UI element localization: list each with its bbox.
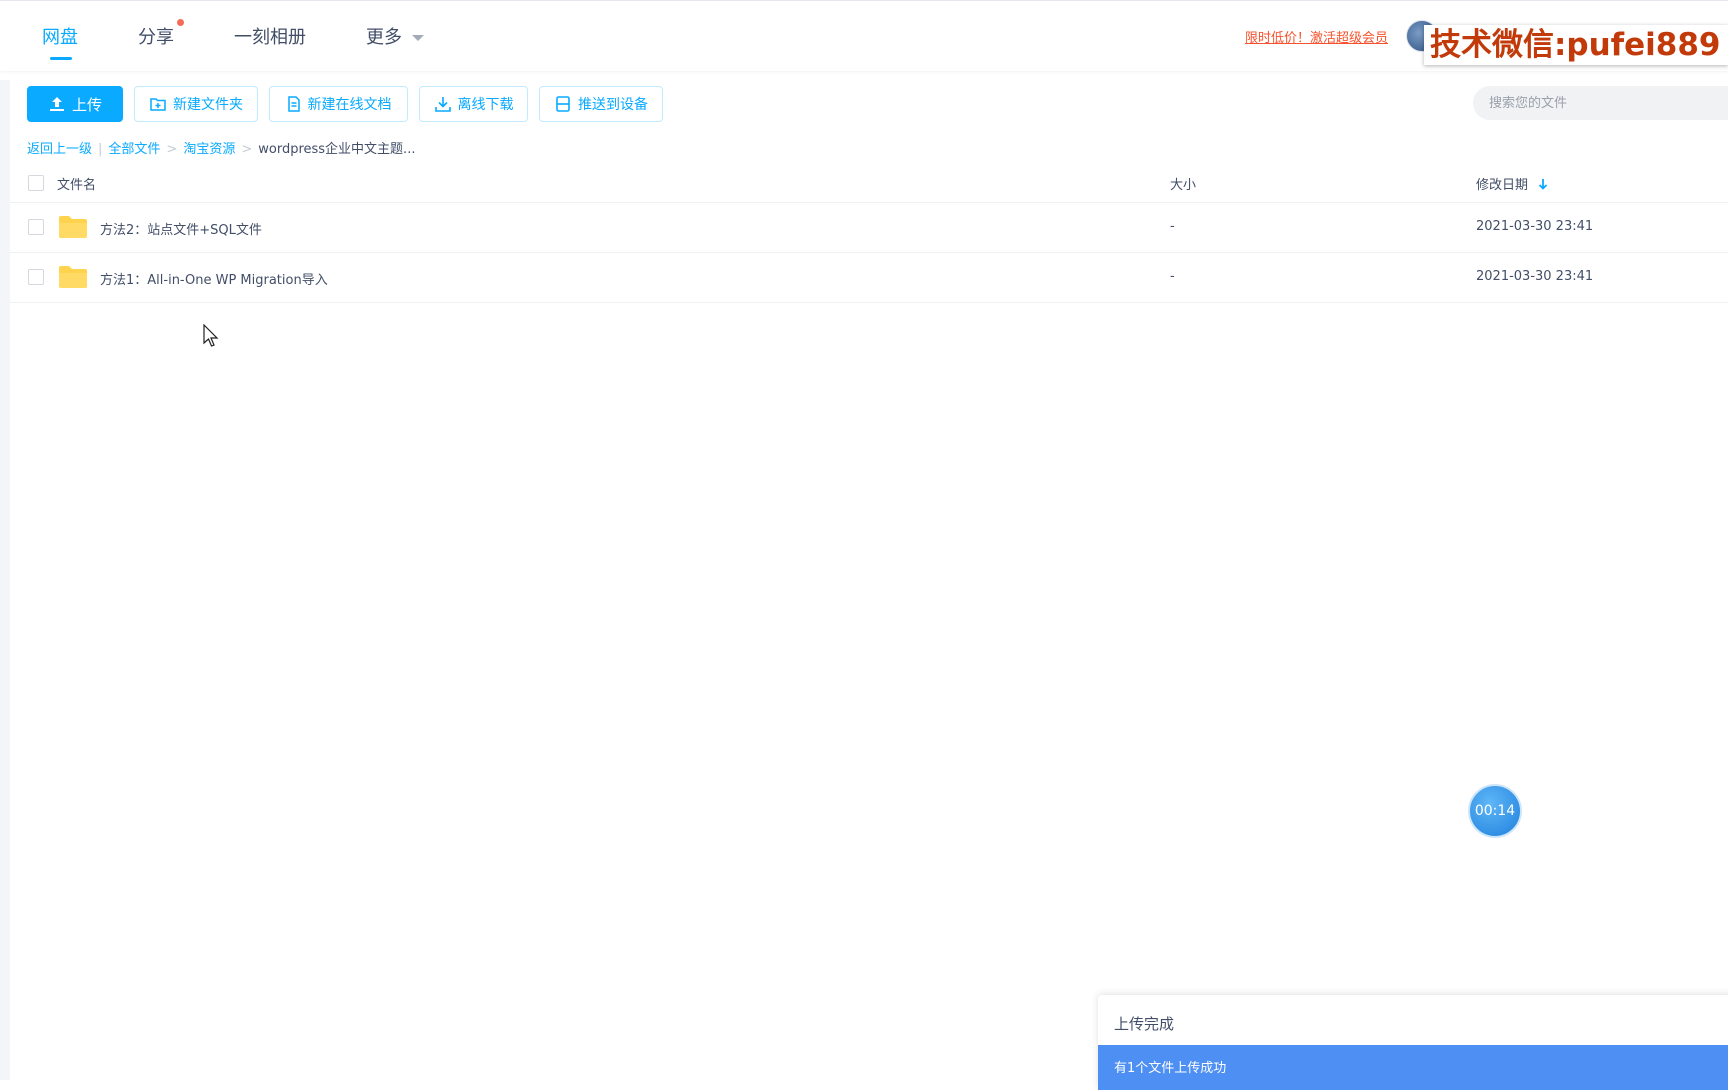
new-folder-button[interactable]: 新建文件夹 (134, 86, 258, 122)
column-header-date[interactable]: 修改日期 (1476, 174, 1548, 193)
new-folder-icon (150, 98, 166, 111)
breadcrumb-back-link[interactable]: 返回上一级 (27, 142, 92, 157)
offline-download-button[interactable]: 离线下载 (419, 86, 528, 122)
watermark-overlay: 技术微信:pufei889 (1424, 25, 1728, 65)
file-size: - (1170, 269, 1175, 284)
active-tab-indicator (50, 57, 72, 60)
breadcrumb-separator: > (241, 142, 253, 157)
chevron-down-icon (412, 35, 424, 41)
device-icon (556, 96, 570, 112)
tab-more[interactable]: 更多 (366, 23, 424, 49)
new-online-doc-button[interactable]: 新建在线文档 (269, 86, 408, 122)
upload-success-message: 有1个文件上传成功 (1114, 1061, 1227, 1076)
left-panel-edge (0, 80, 10, 1080)
tab-netdisk-label: 网盘 (42, 27, 78, 48)
file-table-header: 文件名 大小 修改日期 (10, 162, 1728, 203)
tab-share[interactable]: 分享 (138, 19, 184, 49)
recording-timer: 00:14 (1468, 784, 1522, 838)
push-to-device-button[interactable]: 推送到设备 (539, 86, 663, 122)
folder-icon (59, 266, 87, 288)
breadcrumb: 返回上一级 | 全部文件 > 淘宝资源 > wordpress企业中文主题... (27, 138, 415, 157)
file-size: - (1170, 219, 1175, 234)
folder-icon (59, 216, 87, 238)
promo-link[interactable]: 限时低价！激活超级会员 (1245, 27, 1388, 46)
notification-dot (177, 19, 184, 26)
file-name[interactable]: 方法2：站点文件+SQL文件 (100, 219, 262, 238)
new-online-doc-label: 新建在线文档 (307, 97, 392, 113)
document-icon (287, 96, 300, 112)
tab-album[interactable]: 一刻相册 (234, 23, 306, 49)
upload-button-label: 上传 (71, 95, 102, 114)
breadcrumb-current-folder: wordpress企业中文主题... (258, 142, 416, 157)
search-input[interactable] (1473, 86, 1728, 120)
upload-button[interactable]: 上传 (27, 86, 123, 122)
row-checkbox[interactable] (28, 269, 44, 285)
breadcrumb-all-files[interactable]: 全部文件 (108, 142, 160, 157)
select-all-checkbox[interactable] (28, 175, 44, 191)
table-row[interactable]: 方法2：站点文件+SQL文件 - 2021-03-30 23:41 (10, 203, 1728, 253)
column-header-size[interactable]: 大小 (1170, 174, 1196, 193)
file-modified-date: 2021-03-30 23:41 (1476, 269, 1594, 284)
upload-progress-bar: 有1个文件上传成功 (1098, 1045, 1728, 1090)
tab-share-label: 分享 (138, 27, 174, 48)
upload-icon (49, 97, 64, 111)
row-checkbox[interactable] (28, 219, 44, 235)
file-modified-date: 2021-03-30 23:41 (1476, 219, 1594, 234)
top-nav-bar: 网盘 分享 一刻相册 更多 限时低价！激活超级会员 技术微信:pufei889 (0, 0, 1728, 71)
upload-panel-title: 上传完成 (1114, 1015, 1175, 1033)
file-name[interactable]: 方法1：All-in-One WP Migration导入 (100, 269, 328, 288)
push-to-device-label: 推送到设备 (578, 97, 648, 113)
upload-status-panel: 上传完成 有1个文件上传成功 (1098, 995, 1728, 1090)
table-row[interactable]: 方法1：All-in-One WP Migration导入 - 2021-03-… (10, 253, 1728, 303)
column-header-name[interactable]: 文件名 (57, 174, 96, 193)
tab-more-label: 更多 (366, 27, 402, 48)
offline-download-label: 离线下载 (457, 97, 514, 113)
sort-desc-arrow-icon (1539, 179, 1548, 190)
column-header-date-label: 修改日期 (1476, 178, 1529, 193)
tab-netdisk[interactable]: 网盘 (42, 23, 78, 60)
download-icon (434, 97, 451, 112)
breadcrumb-separator: | (98, 142, 103, 157)
tab-album-label: 一刻相册 (234, 27, 306, 48)
new-folder-label: 新建文件夹 (173, 97, 243, 113)
mouse-cursor-icon (203, 324, 219, 347)
breadcrumb-separator: > (166, 142, 178, 157)
breadcrumb-taobao-folder[interactable]: 淘宝资源 (183, 142, 235, 157)
